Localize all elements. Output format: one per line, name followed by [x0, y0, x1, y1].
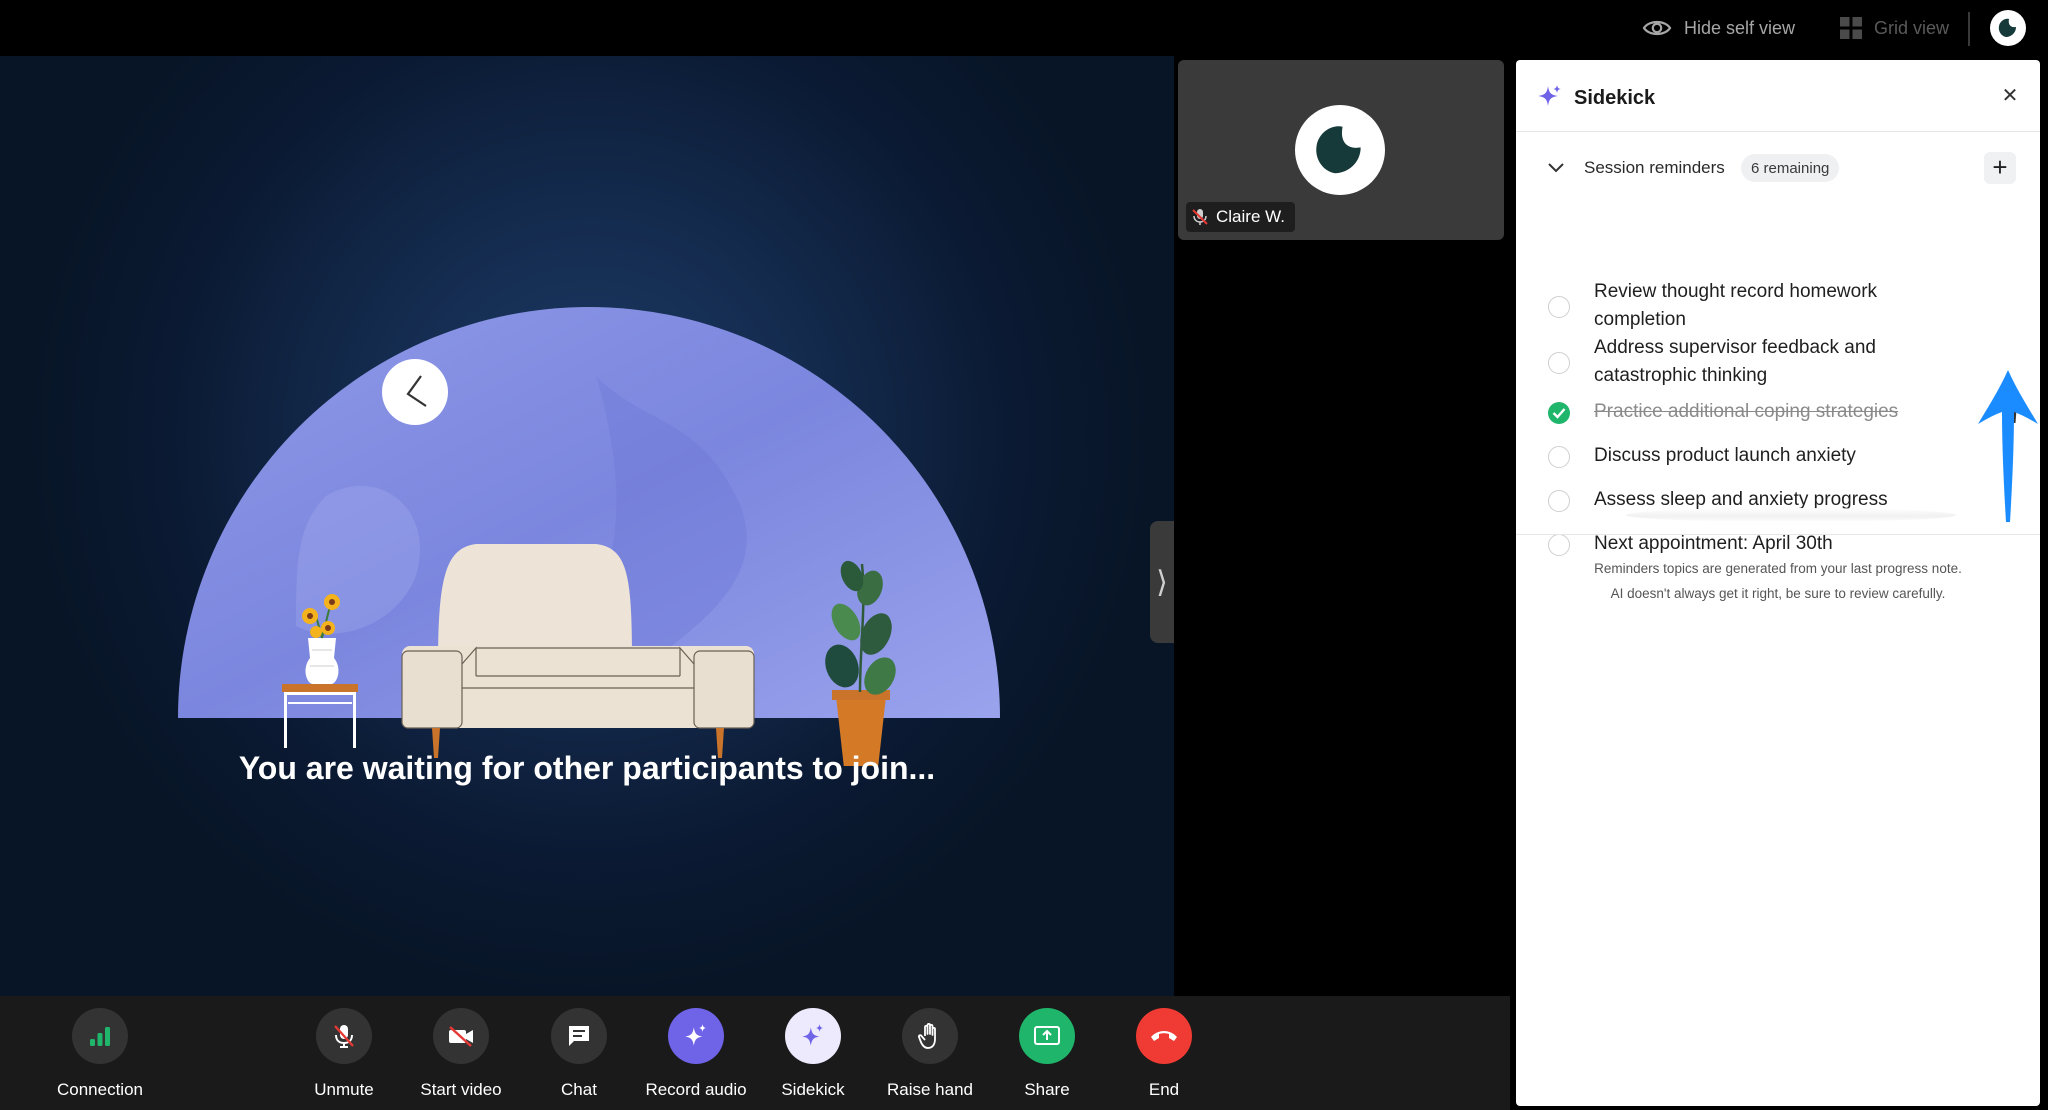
participant-avatar	[1295, 105, 1385, 195]
brand-logo-icon	[1998, 18, 2017, 37]
call-controls-bar: Connection Unmute Start video Chat Recor…	[0, 996, 1510, 1110]
participant-tile[interactable]: Claire W.	[1178, 60, 1504, 240]
unmute-circle[interactable]	[316, 1008, 372, 1064]
sparkle-icon	[802, 1024, 824, 1046]
record-audio-button[interactable]: Record audio	[631, 1008, 761, 1100]
connection-circle[interactable]	[72, 1008, 128, 1064]
participant-name-badge: Claire W.	[1186, 202, 1295, 232]
unmute-button[interactable]: Unmute	[279, 1008, 409, 1100]
brand-logo-button[interactable]	[1990, 10, 2026, 46]
close-panel-button[interactable]: ✕	[2000, 86, 2020, 106]
sparkle-icon	[685, 1024, 707, 1046]
sidekick-circle[interactable]	[785, 1008, 841, 1064]
reminder-checkbox[interactable]	[1548, 490, 1570, 512]
main-stage: You are waiting for other participants t…	[0, 56, 1174, 996]
clock-icon	[382, 359, 448, 425]
chat-label: Chat	[561, 1080, 597, 1099]
sidekick-panel: Sidekick ✕ Session reminders 6 remaining…	[1516, 60, 2040, 1106]
end-label: End	[1148, 1080, 1180, 1099]
record-audio-circle[interactable]	[668, 1008, 724, 1064]
connection-label: Connection	[56, 1080, 143, 1099]
mic-muted-icon	[1192, 209, 1208, 225]
start-video-label: Start video	[420, 1080, 502, 1099]
reminder-text: Review thought record homework completio…	[1594, 281, 1878, 330]
plus-icon: +	[1992, 152, 2008, 182]
checkmark-icon	[1552, 408, 1566, 419]
sidekick-button[interactable]: Sidekick	[748, 1008, 878, 1100]
raise-hand-circle[interactable]	[902, 1008, 958, 1064]
remaining-badge: 6 remaining	[1741, 154, 1840, 182]
eye-icon	[1642, 20, 1672, 36]
session-reminders-header[interactable]: Session reminders 6 remaining +	[1516, 148, 2040, 188]
ai-disclaimer: Reminders topics are generated from your…	[1516, 556, 2040, 606]
grid-view-label: Grid view	[1874, 17, 1950, 38]
start-video-button[interactable]: Start video	[396, 1008, 526, 1100]
phone-hangup-icon	[1151, 1031, 1177, 1041]
grid-view-button[interactable]: Grid view	[1840, 12, 1949, 44]
checked-checkbox[interactable]	[1548, 402, 1570, 424]
end-call-circle[interactable]	[1136, 1008, 1192, 1064]
chevron-right-icon: ⟩	[1156, 565, 1168, 599]
start-video-circle[interactable]	[433, 1008, 489, 1064]
disclaimer-line-2: AI doesn't always get it right, be sure …	[1610, 586, 1946, 601]
share-screen-icon	[1034, 1026, 1060, 1045]
sidekick-header: Sidekick ✕	[1516, 60, 2040, 132]
video-call-app: Hide self view Grid view You are waiting…	[0, 0, 2048, 1110]
annotation-arrow-up-icon	[1978, 370, 2038, 522]
record-audio-label: Record audio	[645, 1080, 747, 1099]
close-icon: ✕	[2001, 85, 2019, 107]
participant-name: Claire W.	[1216, 207, 1285, 226]
reminder-checkbox[interactable]	[1548, 446, 1570, 468]
reminder-text: Discuss product launch anxiety	[1594, 445, 1856, 466]
reminder-checkbox[interactable]	[1548, 296, 1570, 318]
chat-button[interactable]: Chat	[514, 1008, 644, 1100]
panel-divider	[1516, 534, 2040, 535]
connection-button[interactable]: Connection	[35, 1008, 165, 1100]
raise-hand-button[interactable]: Raise hand	[865, 1008, 995, 1100]
waiting-message: You are waiting for other participants t…	[238, 750, 936, 786]
waiting-room-illustration	[178, 307, 1000, 766]
list-scroll-fade	[1626, 508, 1956, 522]
chat-circle[interactable]	[551, 1008, 607, 1064]
top-bar: Hide self view Grid view	[0, 0, 2048, 56]
unmute-label: Unmute	[314, 1080, 374, 1099]
add-reminder-button[interactable]: +	[1984, 152, 2016, 184]
share-label: Share	[1024, 1080, 1070, 1099]
top-bar-divider	[1968, 12, 1970, 46]
session-reminders-title: Session reminders	[1584, 158, 1725, 177]
hand-icon	[918, 1022, 936, 1049]
sparkle-icon	[1538, 85, 1561, 106]
mic-muted-icon	[334, 1025, 354, 1048]
chat-bubble-icon	[569, 1026, 589, 1046]
collapse-panel-handle[interactable]: ⟩	[1150, 521, 1174, 643]
reminder-text: Practice additional coping strategies	[1594, 401, 1899, 422]
share-button[interactable]: Share	[982, 1008, 1112, 1100]
signal-bars-icon	[90, 1027, 110, 1046]
disclaimer-line-1: Reminders topics are generated from your…	[1594, 561, 1962, 576]
reminder-text: Address supervisor feedback and catastro…	[1594, 337, 1876, 386]
end-call-button[interactable]: End	[1099, 1008, 1229, 1100]
sidekick-title: Sidekick	[1574, 87, 1656, 109]
chevron-down-icon[interactable]	[1546, 158, 1566, 178]
raise-hand-label: Raise hand	[886, 1080, 973, 1099]
brand-logo-icon	[1316, 126, 1362, 174]
reminder-checkbox[interactable]	[1548, 352, 1570, 374]
share-circle[interactable]	[1019, 1008, 1075, 1064]
sidekick-label: Sidekick	[781, 1080, 845, 1099]
hide-self-view-button[interactable]: Hide self view	[1642, 12, 1795, 44]
grid-icon	[1840, 17, 1862, 39]
hide-self-view-label: Hide self view	[1684, 17, 1796, 38]
reminder-checkbox[interactable]	[1548, 534, 1570, 556]
video-off-icon	[449, 1026, 473, 1047]
